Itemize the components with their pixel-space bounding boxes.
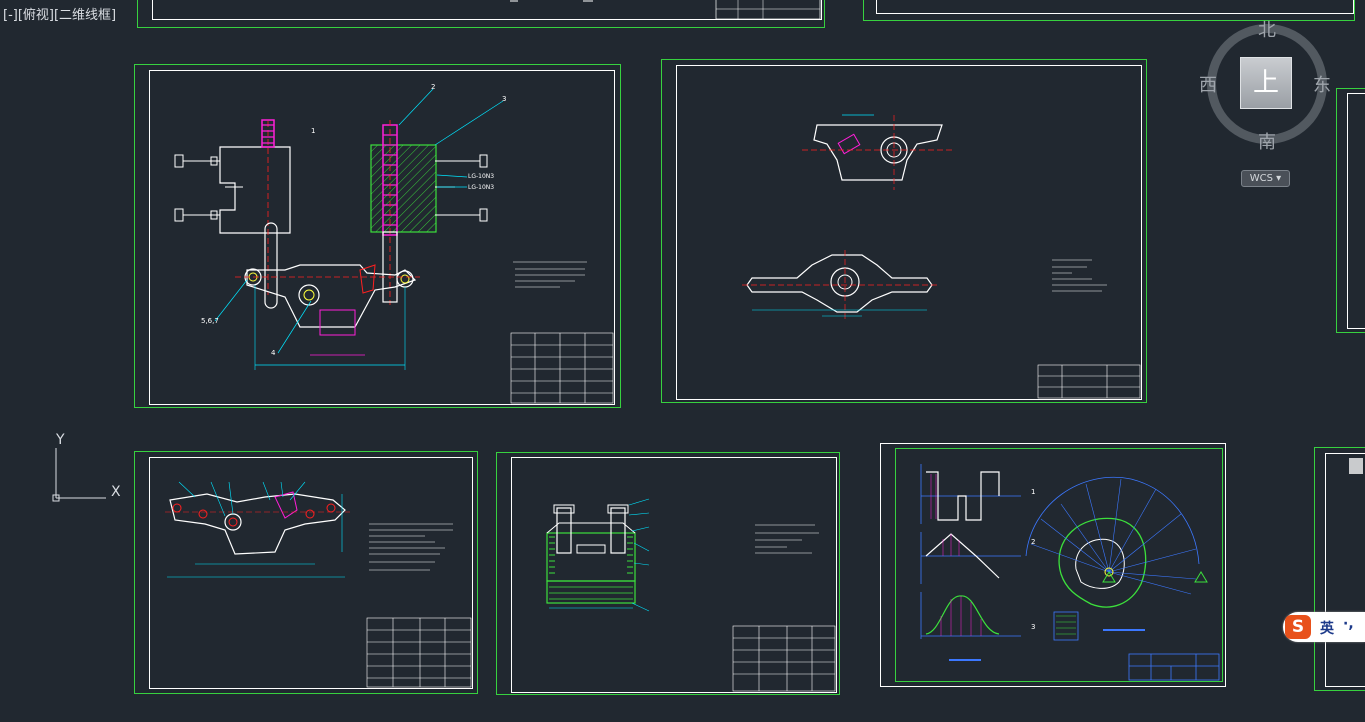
ime-punctuation-toggle[interactable]: ·,	[1343, 616, 1354, 632]
cam-design-drawing: 1 2 3	[920, 464, 1220, 681]
drawing-sheet-top-right[interactable]	[863, 0, 1355, 21]
cam-label-3: 3	[1031, 623, 1035, 631]
viewport-controls-label[interactable]: [-][俯视][二维线框]	[3, 4, 116, 23]
viewcube-top-face[interactable]: 上	[1240, 57, 1292, 109]
compass-east[interactable]: 东	[1313, 71, 1331, 97]
drawing-sheet-part-detail[interactable]	[661, 59, 1147, 403]
callout-fit-a: LG-10N3	[468, 173, 494, 180]
part-detail-drawing	[742, 114, 1141, 399]
compass-west[interactable]: 西	[1199, 71, 1217, 97]
part-label-4: 4	[271, 349, 276, 357]
ucs-y-label: Y	[56, 432, 65, 448]
drawing-sheet-right-partial-1[interactable]	[1336, 88, 1365, 333]
assembly-drawing: 2 3 1 5,6,7 4 LG-10N3 LG-10N3	[174, 83, 614, 404]
compass-south[interactable]: 南	[1258, 128, 1276, 154]
part-label-3: 3	[502, 95, 506, 103]
ime-toolbar[interactable]: S 英 ·,	[1283, 612, 1365, 642]
viewcube-compass[interactable]: 上 北 南 东 西	[1199, 20, 1331, 153]
base-part-drawing	[165, 481, 472, 688]
compass-north[interactable]: 北	[1258, 16, 1276, 42]
ime-language-toggle[interactable]: 英	[1320, 618, 1334, 638]
drawing-sheet-right-partial-2[interactable]	[1314, 447, 1365, 691]
vertical-scrollbar-thumb[interactable]	[1349, 458, 1363, 474]
section-assembly-drawing	[546, 498, 836, 692]
callout-fit-b: LG-10N3	[468, 184, 494, 191]
drawing-sheet-top-left[interactable]	[137, 0, 825, 28]
ime-logo-icon[interactable]: S	[1285, 615, 1311, 639]
cam-label-2: 2	[1031, 538, 1035, 546]
top-sheet-graphics	[510, 0, 821, 20]
cam-label-1: 1	[1031, 488, 1035, 496]
drawing-sheet-assembly[interactable]: 2 3 1 5,6,7 4 LG-10N3 LG-10N3	[134, 64, 621, 408]
part-label-1: 1	[311, 127, 315, 135]
wcs-label: WCS	[1249, 173, 1273, 184]
drawing-sheet-section-assembly[interactable]	[496, 452, 840, 695]
ucs-x-label: X	[111, 484, 121, 500]
wcs-menu-button[interactable]: WCS ▾	[1241, 170, 1290, 187]
part-label-5-6-7: 5,6,7	[201, 317, 219, 325]
ucs-axes-icon: Y X	[48, 432, 128, 507]
drawing-sheet-cam-design[interactable]: 1 2 3	[880, 443, 1226, 687]
drawing-sheet-base-part[interactable]	[134, 451, 478, 694]
part-label-2: 2	[431, 83, 435, 91]
